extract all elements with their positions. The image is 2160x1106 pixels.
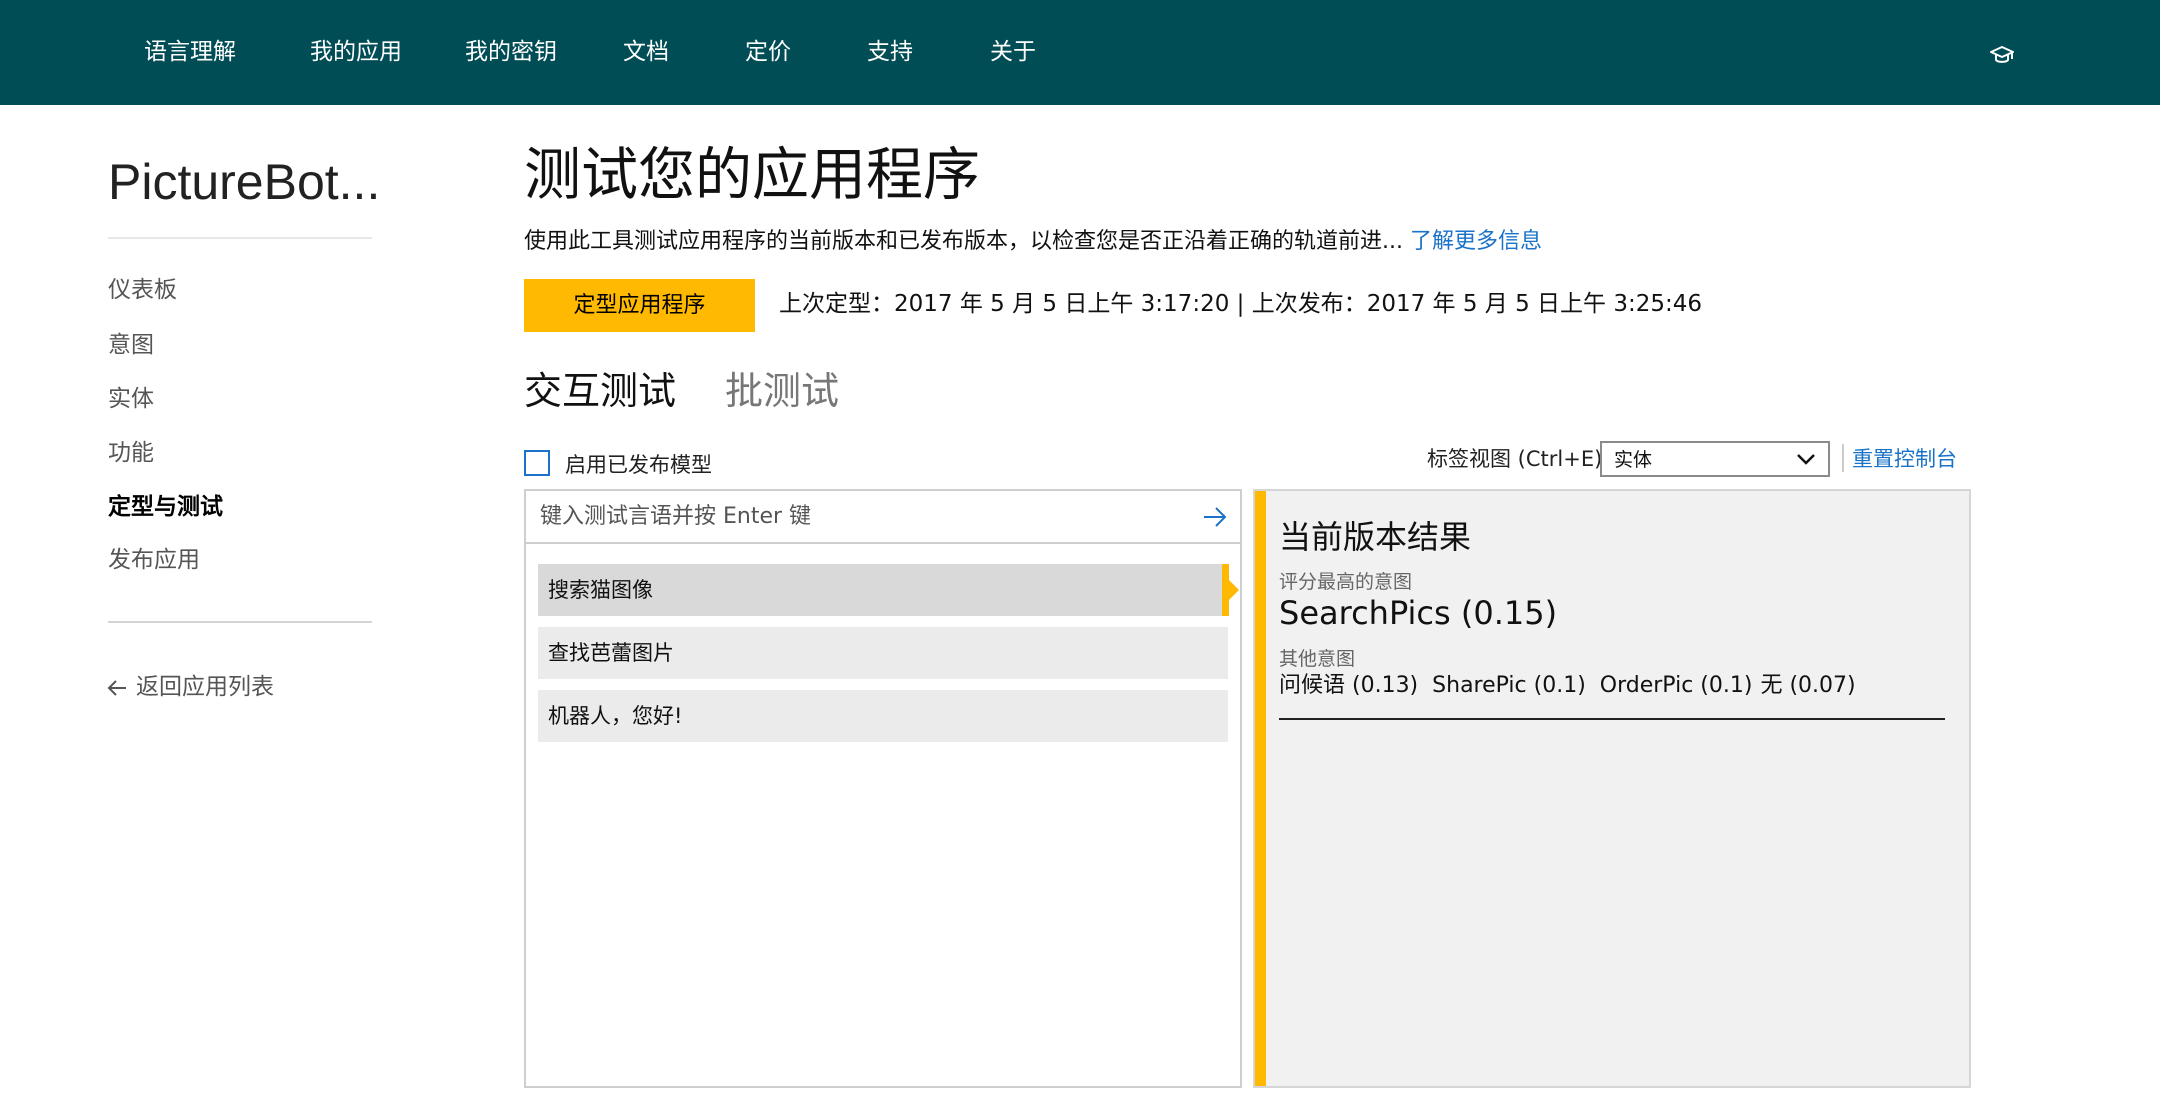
description-text: 使用此工具测试应用程序的当前版本和已发布版本，以检查您是否正沿着正确的轨道前进.… bbox=[524, 229, 1403, 254]
utterance-item[interactable]: 机器人，您好! bbox=[538, 690, 1228, 742]
result-panel: 当前版本结果 评分最高的意图 SearchPics (0.15) 其他意图 问候… bbox=[1253, 489, 1971, 1088]
tag-view-selected-value: 实体 bbox=[1614, 449, 1653, 471]
sidebar-item-dashboard[interactable]: 仪表板 bbox=[108, 274, 177, 306]
sidebar-item-intents[interactable]: 意图 bbox=[108, 329, 154, 361]
tab-interactive-test[interactable]: 交互测试 bbox=[524, 366, 676, 416]
other-intent-item: SharePic (0.1) bbox=[1432, 673, 1586, 698]
other-intents-label: 其他意图 bbox=[1279, 648, 1356, 670]
result-accent-bar bbox=[1255, 491, 1266, 1086]
published-model-checkbox[interactable] bbox=[524, 450, 550, 476]
sidebar-item-publish-app[interactable]: 发布应用 bbox=[108, 544, 200, 576]
nav-item-my-apps[interactable]: 我的应用 bbox=[310, 36, 402, 68]
back-to-app-list-link[interactable]: 返回应用列表 bbox=[106, 671, 274, 703]
sidebar-item-entities[interactable]: 实体 bbox=[108, 383, 154, 415]
toolbar-divider bbox=[1842, 444, 1844, 472]
arrow-left-icon bbox=[107, 680, 126, 696]
train-app-button[interactable]: 定型应用程序 bbox=[524, 279, 755, 332]
nav-item-about[interactable]: 关于 bbox=[990, 36, 1036, 68]
sidebar-item-features[interactable]: 功能 bbox=[108, 437, 154, 469]
test-utterance-panel: 搜索猫图像 查找芭蕾图片 机器人，您好! bbox=[524, 489, 1242, 1088]
other-intent-item: 问候语 (0.13) bbox=[1279, 673, 1419, 698]
arrow-right-icon[interactable] bbox=[1202, 505, 1228, 529]
top-intent-value: SearchPics (0.15) bbox=[1279, 594, 1558, 632]
utterance-item-selected[interactable]: 搜索猫图像 bbox=[538, 564, 1228, 616]
nav-item-my-keys[interactable]: 我的密钥 bbox=[465, 36, 557, 68]
tag-view-dropdown[interactable]: 实体 bbox=[1600, 441, 1830, 477]
sidebar-divider-top bbox=[108, 237, 372, 239]
sidebar-item-train-and-test[interactable]: 定型与测试 bbox=[108, 491, 223, 523]
result-divider bbox=[1279, 718, 1945, 720]
selected-utterance-marker bbox=[1222, 564, 1229, 616]
train-publish-status: 上次定型：2017 年 5 月 5 日上午 3:17:20 | 上次发布：201… bbox=[779, 291, 1703, 317]
reset-console-link[interactable]: 重置控制台 bbox=[1852, 443, 1957, 475]
nav-item-docs[interactable]: 文档 bbox=[623, 36, 669, 68]
nav-item-language-understanding[interactable]: 语言理解 bbox=[144, 36, 236, 68]
sidebar-divider-bottom bbox=[108, 621, 372, 623]
nav-item-support[interactable]: 支持 bbox=[867, 36, 913, 68]
other-intents-list: 问候语 (0.13) SharePic (0.1) OrderPic (0.1) 无 … bbox=[1279, 671, 1870, 701]
page-title: 测试您的应用程序 bbox=[524, 142, 980, 208]
tag-view-label: 标签视图 (Ctrl+E) bbox=[1427, 447, 1603, 471]
other-intent-item: 无 (0.07) bbox=[1760, 673, 1856, 698]
back-link-label: 返回应用列表 bbox=[136, 674, 274, 700]
result-title: 当前版本结果 bbox=[1279, 518, 1472, 556]
chevron-down-icon bbox=[1797, 454, 1815, 465]
tab-batch-test[interactable]: 批测试 bbox=[725, 366, 839, 416]
top-navigation-bar: 语言理解 我的应用 我的密钥 文档 定价 支持 关于 bbox=[0, 0, 2160, 105]
graduation-cap-icon[interactable] bbox=[1990, 44, 2014, 66]
utterance-item[interactable]: 查找芭蕾图片 bbox=[538, 627, 1228, 679]
learn-more-link[interactable]: 了解更多信息 bbox=[1410, 229, 1542, 254]
page-description: 使用此工具测试应用程序的当前版本和已发布版本，以检查您是否正沿着正确的轨道前进.… bbox=[524, 226, 1542, 258]
test-utterance-input[interactable] bbox=[526, 491, 1240, 544]
other-intent-item: OrderPic (0.1) bbox=[1599, 673, 1753, 698]
selected-utterance-notch bbox=[1229, 580, 1239, 600]
published-model-checkbox-label: 启用已发布模型 bbox=[565, 453, 712, 477]
nav-item-pricing[interactable]: 定价 bbox=[745, 36, 791, 68]
app-name: PictureBot... bbox=[108, 154, 381, 210]
